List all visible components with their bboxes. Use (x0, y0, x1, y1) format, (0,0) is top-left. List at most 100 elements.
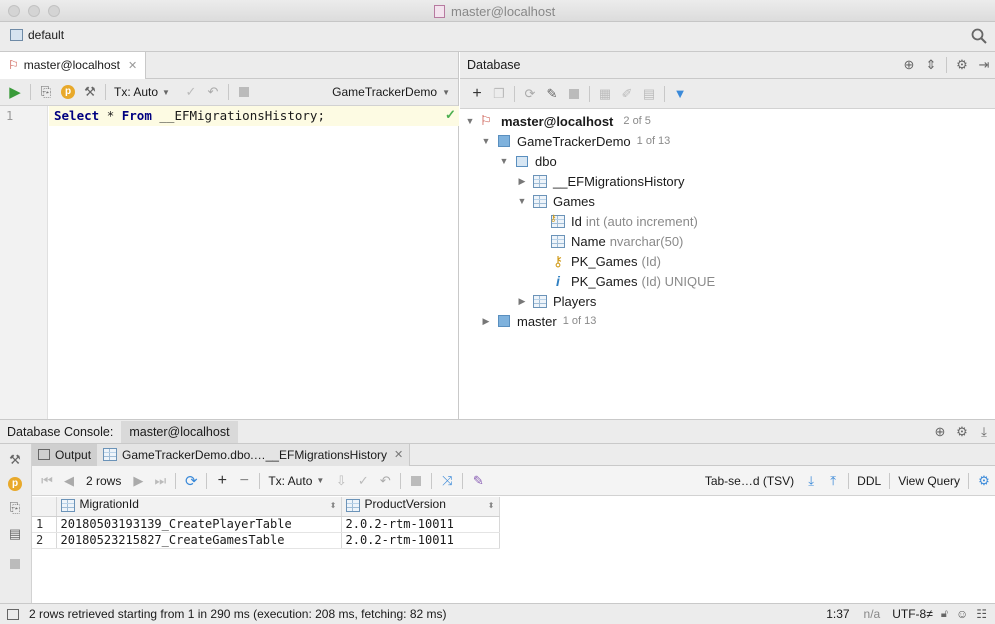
next-page-icon[interactable]: ▶ (127, 470, 149, 492)
zoom-window-button[interactable] (48, 5, 60, 17)
table-row[interactable]: 1 20180503193139_CreatePlayerTable 2.0.2… (32, 516, 500, 533)
previous-page-icon[interactable]: ◀ (58, 470, 80, 492)
table-cell[interactable]: 20180523215827_CreateGamesTable (56, 532, 342, 549)
properties-icon[interactable]: ✎ (541, 83, 563, 105)
gear-icon[interactable]: ⚙ (951, 421, 973, 443)
explain-plan-icon[interactable]: ⎘ (35, 81, 57, 103)
tree-node-column[interactable]: Name nvarchar(50) (546, 231, 683, 251)
delete-row-icon[interactable]: − (233, 470, 255, 492)
close-tab-icon[interactable]: ✕ (128, 59, 137, 72)
tx-mode-dropdown[interactable]: Tx: Auto (268, 474, 312, 488)
close-tab-icon[interactable]: ✕ (394, 448, 403, 461)
column-header[interactable]: ProductVersion ⬍ (341, 497, 500, 517)
table-editor-icon[interactable]: ▦ (594, 83, 616, 105)
execute-icon[interactable]: ▶ (4, 81, 26, 103)
parameters-icon[interactable]: p (4, 473, 26, 495)
duplicate-icon[interactable]: ❐ (488, 83, 510, 105)
stop-icon[interactable] (563, 83, 585, 105)
asterisk: * (106, 108, 115, 123)
table-cell[interactable]: 20180503193139_CreatePlayerTable (56, 516, 342, 533)
filter-icon[interactable]: ▼ (669, 83, 691, 105)
explain-plan-icon[interactable]: ⎘ (4, 497, 26, 519)
rollback-icon[interactable]: ↶ (374, 470, 396, 492)
collapse-all-icon[interactable]: ⇕ (920, 54, 942, 76)
layout-icon[interactable]: ▤ (4, 523, 26, 545)
search-everywhere-icon[interactable] (971, 28, 987, 44)
tree-node-table[interactable]: ▶ __EFMigrationsHistory (516, 171, 685, 191)
tree-node-index[interactable]: i PK_Games (Id) UNIQUE (546, 271, 715, 291)
minimize-panel-icon[interactable]: ⤓ (973, 421, 995, 443)
code-line[interactable]: Select * From __EFMigrationsHistory; (49, 106, 459, 126)
output-tab[interactable]: Output (32, 443, 98, 466)
table-cell[interactable]: 2.0.2-rtm-10011 (341, 516, 500, 533)
submit-icon[interactable]: ⇩ (330, 470, 352, 492)
ddl-button[interactable]: DDL (857, 474, 881, 488)
console-tab[interactable]: master@localhost (121, 420, 238, 443)
tree-node-table[interactable]: ▼ Games (516, 191, 595, 211)
tx-mode-dropdown[interactable]: Tx: Auto (114, 85, 158, 99)
crosshair-icon[interactable]: ⊕ (898, 54, 920, 76)
result-tab[interactable]: GameTrackerDemo.dbo.…__EFMigrationsHisto… (97, 443, 411, 466)
add-row-icon[interactable]: + (211, 470, 233, 492)
table-row[interactable]: 2 20180523215827_CreateGamesTable 2.0.2-… (32, 532, 500, 549)
database-icon (496, 313, 512, 329)
parameters-icon[interactable]: p (57, 81, 79, 103)
refresh-icon[interactable]: ⟳ (180, 470, 202, 492)
file-encoding[interactable]: UTF-8≠ (892, 607, 933, 621)
breadcrumb[interactable]: default (10, 28, 64, 42)
tree-node-schema[interactable]: ▼ dbo (498, 151, 557, 171)
row-count[interactable]: 2 rows (86, 474, 121, 488)
tree-node-database[interactable]: ▼ GameTrackerDemo 1 of 13 (480, 131, 671, 151)
schema-selector[interactable]: GameTrackerDemo (332, 85, 437, 99)
console-view-icon[interactable]: ▤ (638, 83, 660, 105)
first-page-icon[interactable]: ⏮ (36, 470, 58, 492)
crosshair-icon[interactable]: ⊕ (929, 421, 951, 443)
tree-node-column[interactable]: ⚷ Id int (auto increment) (546, 211, 698, 231)
commit-icon[interactable]: ✓ (180, 81, 202, 103)
stop-icon[interactable] (233, 81, 255, 103)
tree-meta: nvarchar(50) (609, 233, 684, 249)
last-page-icon[interactable]: ⏭ (149, 470, 171, 492)
line-number: 1 (6, 109, 14, 123)
add-icon[interactable]: + (466, 83, 488, 105)
settings-tools-icon[interactable]: ⚒ (4, 449, 26, 471)
column-header[interactable]: MigrationId ⬍ (56, 497, 342, 517)
tree-node-datasource[interactable]: ▼ ⚐ master@localhost 2 of 5 (464, 111, 651, 131)
cursor-position[interactable]: 1:37 (826, 607, 849, 621)
lock-icon[interactable]: 🔓︎ (941, 608, 948, 621)
close-window-button[interactable] (8, 5, 20, 17)
upload-icon[interactable]: ⤒ (822, 470, 844, 492)
status-bar: 2 rows retrieved starting from 1 in 290 … (0, 603, 995, 624)
expanded-arrow-icon: ▼ (499, 156, 509, 166)
chevron-down-icon: ▼ (162, 87, 170, 97)
line-separator[interactable]: n/a (864, 607, 881, 621)
pin-icon[interactable]: ✎ (467, 470, 489, 492)
export-format-dropdown[interactable]: Tab-se…d (TSV) (705, 474, 794, 488)
tree-label: Games (553, 193, 595, 209)
collapsed-arrow-icon: ▶ (518, 295, 526, 306)
rollback-icon[interactable]: ↶ (202, 81, 224, 103)
tree-node-table[interactable]: ▶ Players (516, 291, 597, 311)
folder-icon (10, 29, 23, 41)
stop-icon[interactable] (4, 553, 26, 575)
event-log-icon[interactable]: ☷ (976, 607, 987, 621)
tree-meta: 1 of 13 (636, 135, 671, 147)
table-cell[interactable]: 2.0.2-rtm-10011 (341, 532, 500, 549)
hide-panel-icon[interactable]: ⇥ (973, 54, 995, 76)
transpose-icon[interactable]: ⤨ (436, 470, 458, 492)
stop-icon[interactable] (405, 470, 427, 492)
gear-icon[interactable]: ⚙ (973, 470, 995, 492)
tree-node-key[interactable]: ⚷ PK_Games (Id) (546, 251, 661, 271)
view-query-button[interactable]: View Query (898, 474, 960, 488)
commit-icon[interactable]: ✓ (352, 470, 374, 492)
panel-toggle-icon[interactable] (7, 608, 19, 620)
download-icon[interactable]: ⤓ (800, 470, 822, 492)
gear-icon[interactable]: ⚙ (951, 54, 973, 76)
editor-tab[interactable]: ⚐ master@localhost ✕ (0, 51, 147, 79)
jump-to-source-icon[interactable]: ✐ (616, 83, 638, 105)
minimize-window-button[interactable] (28, 5, 40, 17)
refresh-icon[interactable]: ⟳ (519, 83, 541, 105)
inspector-icon[interactable]: ☺ (956, 607, 968, 621)
settings-tools-icon[interactable]: ⚒ (79, 81, 101, 103)
tree-node-database[interactable]: ▶ master 1 of 13 (480, 311, 597, 331)
